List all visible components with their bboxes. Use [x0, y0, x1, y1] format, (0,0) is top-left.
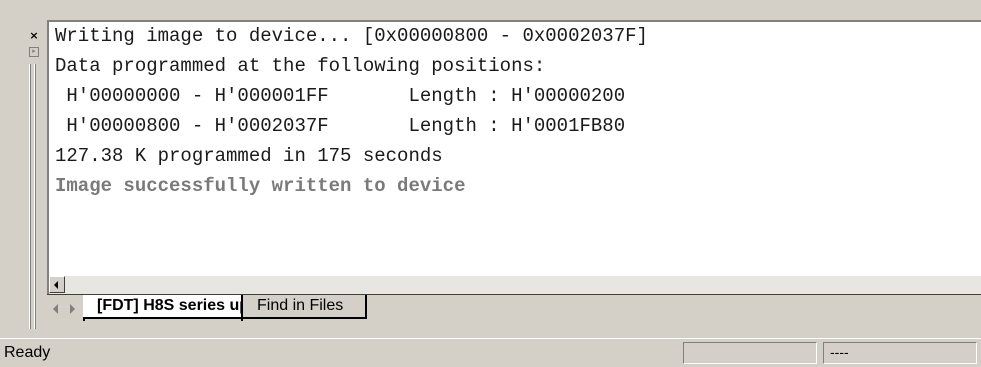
output-line: H'00000000 - H'000001FF Length : H'00000… — [55, 85, 626, 107]
tab-strip: [FDT] H8S series update Find in Files — [47, 294, 981, 324]
tab-find-in-files[interactable]: Find in Files — [243, 295, 367, 319]
output-line: Data programmed at the following positio… — [55, 55, 546, 77]
status-panel — [683, 342, 817, 364]
gripper-bar — [29, 64, 30, 329]
output-line: 127.38 K programmed in 175 seconds — [55, 145, 443, 167]
dock-gripper[interactable]: × ▸ — [0, 10, 44, 333]
output-line: Writing image to device... [0x00000800 -… — [55, 25, 648, 47]
status-text: Ready — [4, 344, 51, 361]
horizontal-scrollbar[interactable] — [47, 276, 981, 294]
scroll-left-arrow-icon[interactable] — [49, 276, 65, 293]
gripper-bar — [34, 64, 35, 329]
tab-fdt-h8s-update[interactable]: [FDT] H8S series update — [83, 295, 282, 319]
close-icon[interactable]: × — [28, 30, 40, 42]
status-panel: ---- — [823, 342, 977, 364]
tab-scroll-right-icon[interactable] — [65, 301, 79, 317]
output-line: H'00000800 - H'0002037F Length : H'0001F… — [55, 115, 626, 137]
output-window: × ▸ Writing image to device... [0x000008… — [0, 0, 981, 367]
output-pane[interactable]: Writing image to device... [0x00000800 -… — [47, 20, 981, 276]
tab-scroll-left-icon[interactable] — [49, 301, 63, 317]
status-bar: Ready ---- — [0, 338, 981, 367]
output-line-success: Image successfully written to device — [55, 175, 466, 197]
restore-icon[interactable]: ▸ — [29, 47, 39, 57]
